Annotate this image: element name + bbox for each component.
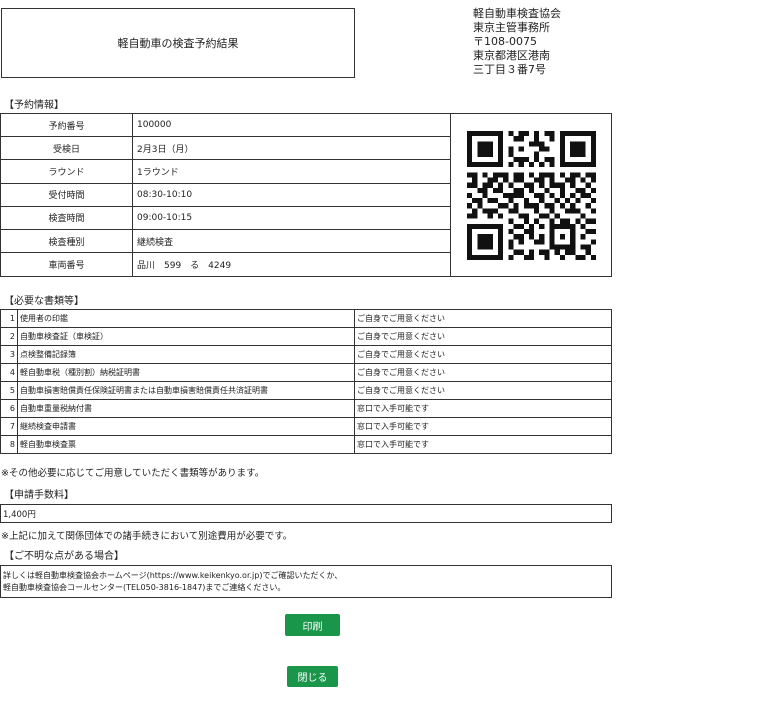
doc-note: ご自身でご用意ください xyxy=(354,381,612,400)
doc-number: 5 xyxy=(0,381,18,400)
reservation-value: 2月3日（月） xyxy=(137,144,194,155)
table-row: 7 継続検査申請書 窓口で入手可能です xyxy=(0,417,612,436)
fee-section-heading: 【申請手数料】 xyxy=(4,490,74,501)
contact-box: 詳しくは軽自動車検査協会ホームページ(https://www.keikenkyo… xyxy=(0,565,612,598)
org-name: 軽自動車検査協会 xyxy=(473,7,561,20)
table-row: 6 自動車重量税納付書 窓口で入手可能です xyxy=(0,399,612,418)
doc-name: 自動車損害賠償責任保険証明書または自動車損害賠償責任共済証明書 xyxy=(17,381,355,400)
page-title: 軽自動車の検査予約結果 xyxy=(117,37,239,50)
doc-number: 4 xyxy=(0,363,18,382)
print-button[interactable]: 印刷 xyxy=(285,614,340,636)
table-row: 5 自動車損害賠償責任保険証明書または自動車損害賠償責任共済証明書 ご自身でご用… xyxy=(0,381,612,400)
fee-value: 1,400円 xyxy=(3,509,36,520)
doc-name: 点検整備記録簿 xyxy=(17,345,355,364)
page-title-box: 軽自動車の検査予約結果 xyxy=(1,8,355,78)
reservation-value: 100000 xyxy=(137,120,172,131)
doc-number: 6 xyxy=(0,399,18,418)
reservation-row: 検査時間 09:00-10:15 xyxy=(1,206,450,230)
doc-note: 窓口で入手可能です xyxy=(354,399,612,418)
org-address-line2: 三丁目３番7号 xyxy=(473,63,546,76)
fee-box: 1,400円 xyxy=(0,504,612,523)
doc-number: 8 xyxy=(0,435,18,454)
table-row: 3 点検整備記録簿 ご自身でご用意ください xyxy=(0,345,612,364)
doc-number: 1 xyxy=(0,309,18,328)
reservation-row: ラウンド 1ラウンド xyxy=(1,160,450,184)
reservation-label: 車両番号 xyxy=(1,253,133,277)
doc-note: 窓口で入手可能です xyxy=(354,435,612,454)
org-address-line1: 東京都港区港南 xyxy=(473,49,550,62)
qr-code-icon xyxy=(466,130,596,260)
table-row: 2 自動車検査証（車検証） ご自身でご用意ください xyxy=(0,327,612,346)
reservation-label: 受付時間 xyxy=(1,183,133,206)
contact-line-1: 詳しくは軽自動車検査協会ホームページ(https://www.keikenkyo… xyxy=(3,571,343,580)
reservation-value: 1ラウンド xyxy=(137,167,179,178)
table-row: 1 使用者の印鑑 ご自身でご用意ください xyxy=(0,309,612,328)
reservation-section-heading: 【予約情報】 xyxy=(4,100,64,111)
reservation-label: ラウンド xyxy=(1,160,133,183)
organization-address: 軽自動車検査協会 東京主管事務所 〒108-0075 東京都港区港南 三丁目３番… xyxy=(473,7,561,77)
reservation-value: 09:00-10:15 xyxy=(137,212,193,223)
doc-name: 継続検査申請書 xyxy=(17,417,355,436)
doc-note: ご自身でご用意ください xyxy=(354,309,612,328)
reservation-label: 検査時間 xyxy=(1,206,133,229)
reservation-label: 検査種別 xyxy=(1,229,133,253)
doc-note: ご自身でご用意ください xyxy=(354,345,612,364)
contact-line-2: 軽自動車検査協会コールセンター(TEL050-3816-1847)までご連絡くだ… xyxy=(3,583,286,592)
doc-name: 自動車検査証（車検証） xyxy=(17,327,355,346)
reservation-row: 受付時間 08:30-10:10 xyxy=(1,183,450,207)
qr-code-cell xyxy=(451,114,611,276)
documents-section-heading: 【必要な書類等】 xyxy=(4,296,84,307)
documents-table: 1 使用者の印鑑 ご自身でご用意ください 2 自動車検査証（車検証） ご自身でご… xyxy=(0,309,612,454)
doc-number: 3 xyxy=(0,345,18,364)
fee-note: ※上記に加えて関係団体での諸手続きにおいて別途費用が必要です。 xyxy=(1,531,293,542)
documents-note: ※その他必要に応じてご用意していただく書類等があります。 xyxy=(1,468,265,479)
doc-note: 窓口で入手可能です xyxy=(354,417,612,436)
table-row: 4 軽自動車税（種別割）納税証明書 ご自身でご用意ください xyxy=(0,363,612,382)
doc-name: 軽自動車税（種別割）納税証明書 xyxy=(17,363,355,382)
close-button[interactable]: 閉じる xyxy=(287,666,338,687)
reservation-label: 予約番号 xyxy=(1,114,133,137)
contact-section-heading: 【ご不明な点がある場合】 xyxy=(4,551,124,562)
doc-name: 使用者の印鑑 xyxy=(17,309,355,328)
org-postal: 〒108-0075 xyxy=(473,35,537,48)
reservation-row: 検査種別 継続検査 xyxy=(1,229,450,254)
reservation-row: 予約番号 100000 xyxy=(1,114,450,138)
reservation-row: 受検日 2月3日（月） xyxy=(1,137,450,161)
reservation-row: 車両番号 品川 599 る 4249 xyxy=(1,253,450,277)
reservation-value: 継続検査 xyxy=(137,237,174,248)
reservation-value: 品川 599 る 4249 xyxy=(137,261,232,272)
table-row: 8 軽自動車検査票 窓口で入手可能です xyxy=(0,435,612,454)
reservation-label: 受検日 xyxy=(1,137,133,160)
doc-number: 7 xyxy=(0,417,18,436)
reservation-value: 08:30-10:10 xyxy=(137,189,193,200)
doc-name: 軽自動車検査票 xyxy=(17,435,355,454)
doc-note: ご自身でご用意ください xyxy=(354,363,612,382)
doc-note: ご自身でご用意ください xyxy=(354,327,612,346)
doc-name: 自動車重量税納付書 xyxy=(17,399,355,418)
org-office: 東京主管事務所 xyxy=(473,21,550,34)
doc-number: 2 xyxy=(0,327,18,346)
reservation-table: 予約番号 100000 受検日 2月3日（月） ラウンド 1ラウンド 受付時間 … xyxy=(0,113,612,277)
